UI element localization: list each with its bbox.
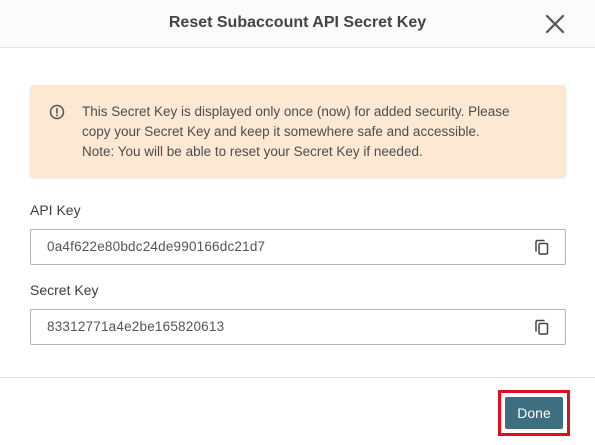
- copy-api-key-button[interactable]: [533, 238, 551, 256]
- api-key-field[interactable]: 0a4f622e80bdc24de990166dc21d7: [30, 229, 566, 265]
- notice-line: This Secret Key is displayed only once (…: [82, 104, 510, 119]
- reset-secret-key-dialog: Reset Subaccount API Secret Key This Sec…: [0, 0, 595, 445]
- secret-key-field[interactable]: 83312771a4e2be165820613: [30, 309, 566, 345]
- secret-key-label: Secret Key: [30, 282, 99, 298]
- copy-icon: [535, 319, 549, 335]
- secret-key-value: 83312771a4e2be165820613: [47, 319, 225, 334]
- notice-line: Note: You will be able to reset your Sec…: [82, 144, 423, 159]
- dialog-header: Reset Subaccount API Secret Key: [0, 0, 595, 48]
- done-button-highlight[interactable]: Done: [498, 390, 570, 436]
- close-button[interactable]: [543, 12, 567, 36]
- security-notice-text: This Secret Key is displayed only once (…: [82, 102, 552, 162]
- notice-line: copy your Secret Key and keep it somewhe…: [82, 124, 480, 139]
- security-notice: This Secret Key is displayed only once (…: [30, 85, 566, 177]
- done-button[interactable]: Done: [505, 397, 563, 429]
- copy-icon: [535, 239, 549, 255]
- api-key-value: 0a4f622e80bdc24de990166dc21d7: [47, 239, 266, 254]
- copy-secret-key-button[interactable]: [533, 318, 551, 336]
- api-key-label: API Key: [30, 202, 81, 218]
- footer-divider: [0, 377, 595, 378]
- dialog-title: Reset Subaccount API Secret Key: [168, 14, 427, 31]
- close-icon: [545, 14, 565, 34]
- info-circle-icon: [49, 104, 65, 120]
